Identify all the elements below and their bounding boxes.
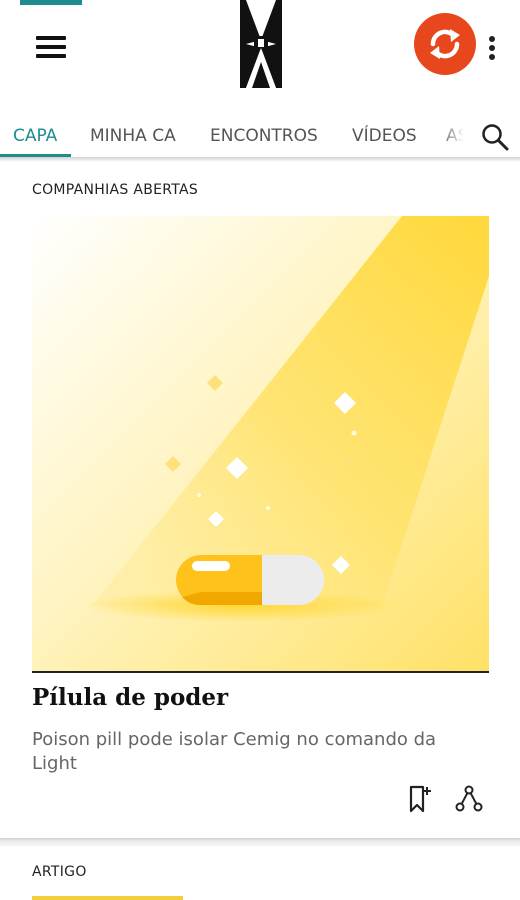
article-summary[interactable]: Poison pill pode isolar Cemig no comando… — [32, 728, 482, 776]
app-header — [0, 0, 520, 100]
search-button[interactable] — [480, 122, 510, 152]
section-label[interactable]: COMPANHIAS ABERTAS — [32, 182, 198, 198]
article-title[interactable]: Pílula de poder — [32, 684, 228, 711]
tab-capa[interactable]: CAPA — [13, 126, 57, 146]
pill-spotlight-illustration — [32, 216, 489, 671]
hamburger-menu-icon[interactable] — [36, 34, 70, 62]
next-article-card[interactable]: ARTIGO — [0, 846, 520, 900]
tab-overflow-fade — [440, 112, 474, 156]
share-button[interactable] — [454, 784, 484, 814]
card-divider — [0, 838, 520, 846]
bookmark-button[interactable] — [406, 784, 432, 814]
publication-logo-icon[interactable] — [238, 0, 284, 88]
top-accent-bar — [20, 0, 82, 5]
bookmark-add-icon — [409, 785, 431, 813]
active-tab-indicator — [0, 154, 71, 157]
tab-minha-ca[interactable]: MINHA CA — [90, 126, 176, 146]
article-card[interactable]: COMPANHIAS ABERTAS Pílula de poder Poiso… — [0, 162, 520, 838]
sync-button[interactable] — [414, 13, 476, 75]
search-icon — [482, 124, 509, 151]
share-icon — [455, 785, 483, 812]
vertical-ellipsis-icon[interactable] — [486, 34, 498, 62]
image-baseline — [32, 671, 489, 673]
article-image[interactable] — [32, 216, 489, 671]
tab-encontros[interactable]: ENCONTROS — [210, 126, 318, 146]
sync-arrows-icon — [430, 29, 460, 59]
next-section-label[interactable]: ARTIGO — [32, 864, 87, 880]
next-card-accent — [32, 896, 183, 900]
section-tabs: CAPA MINHA CA ENCONTROS VÍDEOS AS — [0, 112, 520, 158]
tab-videos[interactable]: VÍDEOS — [352, 126, 417, 146]
